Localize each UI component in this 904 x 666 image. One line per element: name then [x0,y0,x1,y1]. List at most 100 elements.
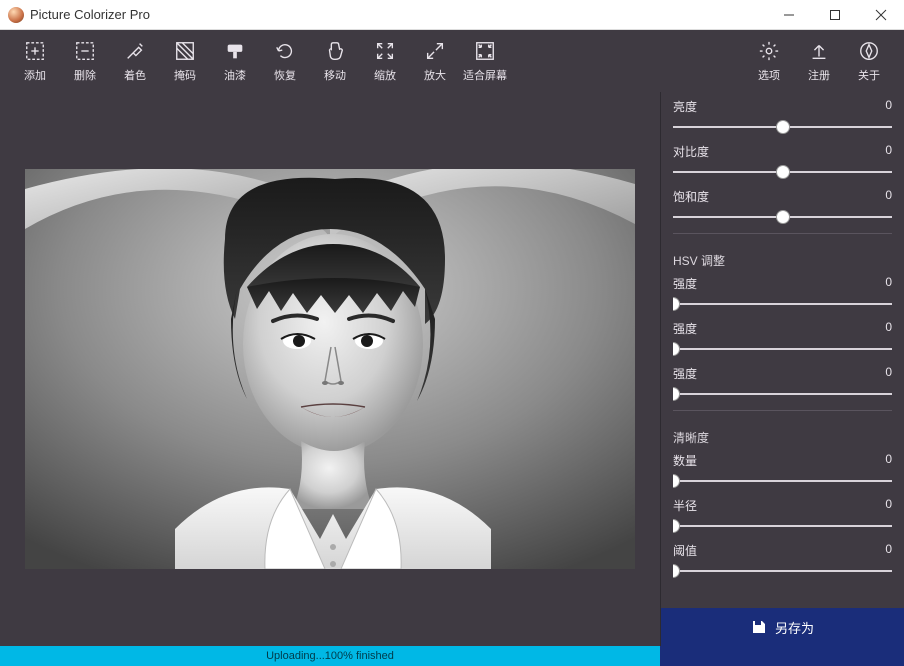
slider-thumb[interactable] [673,474,680,488]
tool-label: 油漆 [224,67,246,83]
slider-row: 数量0 [673,452,892,489]
tool-undo[interactable]: 恢复 [260,33,310,89]
slider-value: 0 [885,275,892,292]
slider[interactable] [673,296,892,312]
slider-value: 0 [885,452,892,469]
tool-label: 添加 [24,67,46,83]
tool-paint[interactable]: 油漆 [210,33,260,89]
move-icon [323,39,347,63]
slider-thumb[interactable] [776,210,790,224]
slider-row: 强度0 [673,365,892,402]
mask-icon [173,39,197,63]
slider-value: 0 [885,188,892,205]
tool-label: 缩放 [374,67,396,83]
slider-label: 强度 [673,320,697,337]
slider[interactable] [673,518,892,534]
tool-label: 放大 [424,67,446,83]
save-as-button[interactable]: 另存为 [661,608,904,646]
slider-label: 半径 [673,497,697,514]
workarea: 亮度0对比度0饱和度0HSV 调整强度0强度0强度0清晰度数量0半径0阈值0 另… [0,92,904,646]
eyedropper-icon [123,39,147,63]
tool-mask[interactable]: 掩码 [160,33,210,89]
image-preview[interactable] [25,169,635,569]
slider[interactable] [673,164,892,180]
undo-icon [273,39,297,63]
tool-upload[interactable]: 注册 [794,33,844,89]
statusbar: Uploading...100% finished [0,646,904,666]
slider-row: 阈值 0 [673,542,892,579]
tool-remove-select[interactable]: 删除 [60,33,110,89]
slider-thumb[interactable] [776,120,790,134]
slider[interactable] [673,341,892,357]
gear-icon [757,39,781,63]
tool-move[interactable]: 移动 [310,33,360,89]
tool-fit-screen[interactable]: 适合屏幕 [460,33,510,89]
slider-thumb[interactable] [673,342,680,356]
remove-select-icon [73,39,97,63]
save-as-label: 另存为 [775,618,814,637]
slider-label: 亮度 [673,98,697,115]
slider-value: 0 [885,542,892,559]
zoom-icon [373,39,397,63]
slider-value: 0 [885,497,892,514]
tool-zoom-in[interactable]: 放大 [410,33,460,89]
maximize-button[interactable] [812,0,858,30]
close-button[interactable] [858,0,904,30]
tool-eyedropper[interactable]: 着色 [110,33,160,89]
slider-thumb[interactable] [776,165,790,179]
side-panel: 亮度0对比度0饱和度0HSV 调整强度0强度0强度0清晰度数量0半径0阈值0 另… [660,92,904,646]
tool-label: 删除 [74,67,96,83]
minimize-button[interactable] [766,0,812,30]
slider-thumb[interactable] [673,387,680,401]
slider-thumb[interactable] [673,297,680,311]
slider[interactable] [673,563,892,579]
tool-compass[interactable]: 关于 [844,33,894,89]
tool-label: 掩码 [174,67,196,83]
divider [673,233,892,234]
slider-row: 饱和度 0 [673,188,892,225]
slider-row: 亮度 0 [673,98,892,135]
canvas-zone[interactable] [0,92,660,646]
add-select-icon [23,39,47,63]
section-header: HSV 调整 [673,242,892,275]
paint-icon [223,39,247,63]
toolbar: 添加 删除 着色 掩码 油漆 恢复 移动 缩放 放大 适合屏幕 选项 注册 关于 [0,30,904,92]
slider[interactable] [673,119,892,135]
slider[interactable] [673,209,892,225]
tool-label: 移动 [324,67,346,83]
slider-value: 0 [885,98,892,115]
tool-label: 着色 [124,67,146,83]
zoom-in-icon [423,39,447,63]
tool-zoom[interactable]: 缩放 [360,33,410,89]
slider-row: 半径 0 [673,497,892,534]
status-text: Uploading...100% finished [266,650,394,662]
fit-screen-icon [473,39,497,63]
tool-label: 恢复 [274,67,296,83]
slider[interactable] [673,473,892,489]
titlebar: Picture Colorizer Pro [0,0,904,30]
tool-label: 选项 [758,67,780,83]
slider-row: 强度 0 [673,275,892,312]
slider[interactable] [673,386,892,402]
progress-bar: Uploading...100% finished [0,646,660,666]
slider-label: 对比度 [673,143,709,160]
tool-label: 关于 [858,67,880,83]
tool-label: 适合屏幕 [463,67,507,83]
divider [673,410,892,411]
slider-thumb[interactable] [673,519,680,533]
slider-label: 阈值 [673,542,697,559]
compass-icon [857,39,881,63]
slider-label: 强度 [673,365,697,382]
slider-row: 强度0 [673,320,892,357]
tool-add-select[interactable]: 添加 [10,33,60,89]
slider-thumb[interactable] [673,564,680,578]
slider-value: 0 [885,143,892,160]
tool-gear[interactable]: 选项 [744,33,794,89]
slider-label: 强度 [673,275,697,292]
tool-label: 注册 [808,67,830,83]
status-right [660,646,904,666]
slider-label: 饱和度 [673,188,709,205]
section-header: 清晰度 [673,419,892,452]
app-icon [8,7,24,23]
slider-row: 对比度 0 [673,143,892,180]
